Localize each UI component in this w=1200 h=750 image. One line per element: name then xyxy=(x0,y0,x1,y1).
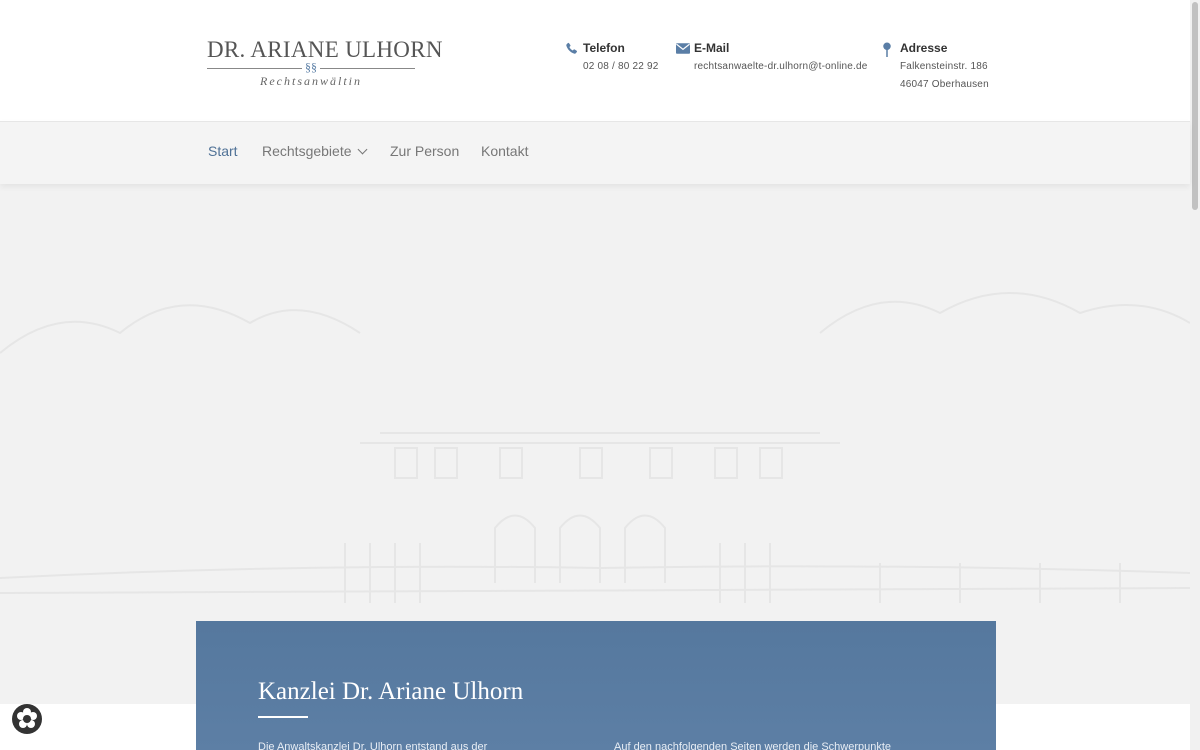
map-pin-icon xyxy=(883,42,891,57)
page-scrollbar[interactable] xyxy=(1190,0,1200,750)
site-header: DR. ARIANE ULHORN §§ Rechtsanwältin Tele… xyxy=(0,0,1190,121)
address-label: Adresse xyxy=(900,41,948,55)
intro-divider xyxy=(258,716,308,718)
nav-item-kontakt[interactable]: Kontakt xyxy=(481,143,528,159)
main-navigation: Start Rechtsgebiete Zur Person Kontakt xyxy=(0,121,1190,184)
logo-divider: §§ xyxy=(207,60,415,75)
scrollbar-thumb[interactable] xyxy=(1192,2,1198,210)
envelope-icon xyxy=(676,43,690,54)
email-label: E-Mail xyxy=(694,41,730,55)
address-city: 46047 Oberhausen xyxy=(900,79,989,90)
site-logo[interactable]: DR. ARIANE ULHORN §§ Rechtsanwältin xyxy=(207,37,443,89)
nav-item-start[interactable]: Start xyxy=(208,143,238,159)
intro-title: Kanzlei Dr. Ariane Ulhorn xyxy=(258,678,524,705)
paragraph-symbol-icon: §§ xyxy=(302,60,320,75)
nav-item-label: Rechtsgebiete xyxy=(262,143,352,159)
logo-subtitle: Rechtsanwältin xyxy=(260,74,362,88)
intro-box: Kanzlei Dr. Ariane Ulhorn Die Anwaltskan… xyxy=(196,621,996,750)
intro-text-column-2: Auf den nachfolgenden Seiten werden die … xyxy=(614,741,892,750)
phone-icon xyxy=(566,42,577,54)
phone-number[interactable]: 02 08 / 80 22 92 xyxy=(583,61,659,72)
email-address[interactable]: rechtsanwaelte-dr.ulhorn@t-online.de xyxy=(694,61,868,72)
nav-item-rechtsgebiete[interactable]: Rechtsgebiete xyxy=(262,143,367,159)
logo-name: DR. ARIANE ULHORN xyxy=(207,37,443,62)
intro-text-column-1: Die Anwaltskanzlei Dr. Ulhorn entstand a… xyxy=(258,741,488,750)
chevron-down-icon xyxy=(357,144,367,155)
address-street: Falkensteinstr. 186 xyxy=(900,61,988,72)
nav-item-zur-person[interactable]: Zur Person xyxy=(390,143,459,159)
cookie-settings-icon[interactable] xyxy=(11,703,43,735)
phone-label: Telefon xyxy=(583,41,625,55)
